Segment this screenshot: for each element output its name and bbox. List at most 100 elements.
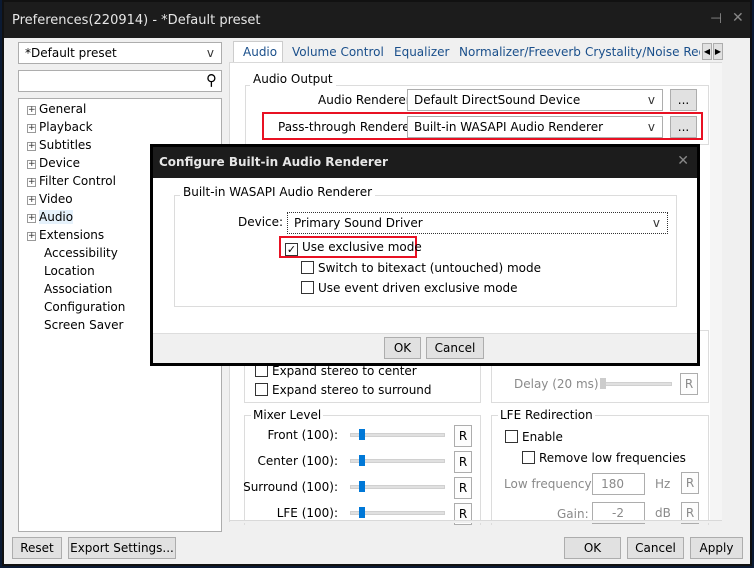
tree-item-screen-saver[interactable]: Screen Saver — [44, 318, 123, 336]
audio-renderer-dropdown[interactable]: Default DirectSound Device v — [407, 89, 663, 111]
low-frequency-spinner[interactable]: 180 — [592, 473, 645, 495]
tree-item-general[interactable]: + General — [27, 102, 86, 120]
passthrough-renderer-label: Pass-through Renderer: — [278, 120, 419, 134]
expand-icon[interactable]: + — [27, 124, 36, 133]
dialog-ok-button[interactable]: OK — [384, 337, 421, 359]
passthrough-renderer-dropdown[interactable]: Built-in WASAPI Audio Renderer v — [407, 116, 663, 138]
pin-icon[interactable]: ⊣ — [710, 11, 722, 27]
cancel-button[interactable]: Cancel — [627, 537, 684, 559]
mixer-reset-button[interactable]: R — [454, 425, 472, 447]
dialog-close-icon[interactable]: ✕ — [677, 153, 689, 169]
delay-reset-button[interactable]: R — [680, 373, 698, 395]
chevron-down-icon: v — [647, 120, 655, 134]
audio-renderer-more-button[interactable]: ... — [670, 89, 697, 111]
mixer-slider-thumb[interactable] — [359, 481, 365, 492]
apply-button[interactable]: Apply — [690, 537, 743, 559]
delay-slider-thumb[interactable] — [600, 378, 606, 389]
tab-equalizer[interactable]: Equalizer — [394, 42, 449, 64]
export-settings-button[interactable]: Export Settings... — [68, 537, 176, 559]
ok-button[interactable]: OK — [564, 537, 621, 559]
tree-item-extensions[interactable]: + Extensions — [27, 228, 104, 246]
preset-value: *Default preset — [25, 46, 117, 60]
expand-center-checkbox[interactable]: Expand stereo to center — [255, 364, 417, 378]
lfe-enable-label: Enable — [522, 430, 563, 444]
tree-item-label: General — [39, 102, 87, 116]
checkbox-icon — [301, 261, 314, 274]
delay-slider[interactable] — [600, 382, 672, 386]
low-frequency-reset-button[interactable]: R — [681, 472, 699, 494]
tab-normalizer[interactable]: Normalizer/Freeverb — [459, 42, 581, 64]
mixer-reset-button[interactable]: R — [454, 451, 472, 473]
passthrough-renderer-value: Built-in WASAPI Audio Renderer — [414, 120, 604, 134]
mixer-level-label: Mixer Level — [251, 408, 324, 422]
chevron-down-icon: v — [647, 93, 655, 107]
device-dropdown[interactable]: Primary Sound Driver v — [287, 212, 668, 234]
checkbox-icon — [505, 430, 518, 443]
mixer-reset-button[interactable]: R — [454, 477, 472, 499]
low-frequency-label: Low frequency: — [504, 477, 595, 491]
checkbox-icon — [255, 383, 268, 396]
device-value: Primary Sound Driver — [294, 216, 423, 230]
bitexact-label: Switch to bitexact (untouched) mode — [318, 261, 542, 275]
mixer-slider-thumb[interactable] — [359, 429, 365, 440]
device-label: Device: — [238, 215, 284, 229]
tree-item-label: Audio — [39, 210, 74, 224]
tree-item-subtitles[interactable]: + Subtitles — [27, 138, 92, 156]
expand-icon[interactable]: + — [27, 106, 36, 115]
expand-icon[interactable]: + — [27, 196, 36, 205]
tab-audio[interactable]: Audio — [233, 41, 283, 64]
checkbox-icon — [522, 451, 535, 464]
panel-bottom-edge — [230, 520, 722, 523]
mixer-label: LFE (100): — [276, 506, 338, 520]
dialog-title: Configure Built-in Audio Renderer — [159, 155, 388, 169]
tree-item-accessibility[interactable]: Accessibility — [44, 246, 118, 264]
tab-scroll-left-icon[interactable]: ◀ — [702, 43, 712, 60]
preset-dropdown[interactable]: *Default preset v — [18, 42, 222, 64]
mixer-slider-thumb[interactable] — [359, 507, 365, 518]
passthrough-renderer-more-button[interactable]: ... — [670, 116, 697, 138]
tab-crystality[interactable]: Crystality/Noise Redu — [585, 42, 700, 64]
expand-icon[interactable]: + — [27, 232, 36, 241]
expand-icon[interactable]: + — [27, 142, 36, 151]
mixer-label: Center (100): — [257, 454, 338, 468]
search-icon[interactable]: ⚲ — [206, 71, 217, 89]
tab-scroll-right-icon[interactable]: ▶ — [713, 43, 723, 60]
dialog-cancel-button[interactable]: Cancel — [426, 337, 484, 359]
tree-item-configuration[interactable]: Configuration — [44, 300, 125, 318]
close-icon[interactable]: ✕ — [732, 10, 744, 26]
tree-item-label: Association — [44, 282, 113, 296]
event-driven-checkbox[interactable]: Use event driven exclusive mode — [301, 281, 518, 295]
mixer-label: Surround (100): — [243, 480, 338, 494]
checkbox-icon — [301, 281, 314, 294]
tree-item-video[interactable]: + Video — [27, 192, 73, 210]
remove-low-checkbox[interactable]: Remove low frequencies — [522, 451, 686, 465]
tree-item-device[interactable]: + Device — [27, 156, 80, 174]
title-bar: Preferences(220914) - *Default preset ⊣ … — [4, 2, 750, 38]
expand-icon[interactable]: + — [27, 160, 36, 169]
tree-item-association[interactable]: Association — [44, 282, 112, 300]
reset-button[interactable]: Reset — [12, 537, 62, 559]
tab-volume-control[interactable]: Volume Control — [292, 42, 384, 64]
expand-center-label: Expand stereo to center — [272, 364, 417, 378]
tree-item-audio[interactable]: + Audio — [27, 210, 74, 228]
exclusive-mode-label: Use exclusive mode — [302, 240, 422, 254]
tree-item-label: Video — [39, 192, 73, 206]
chevron-down-icon: v — [652, 216, 660, 230]
window-title: Preferences(220914) - *Default preset — [12, 13, 261, 28]
lfe-enable-checkbox[interactable]: Enable — [505, 430, 563, 444]
tree-item-label: Configuration — [44, 300, 126, 314]
bitexact-checkbox[interactable]: Switch to bitexact (untouched) mode — [301, 261, 541, 275]
expand-surround-checkbox[interactable]: Expand stereo to surround — [255, 383, 432, 397]
tree-item-playback[interactable]: + Playback — [27, 120, 93, 138]
gain-label: Gain: — [557, 507, 589, 521]
expand-icon[interactable]: + — [27, 214, 36, 223]
exclusive-mode-checkbox[interactable]: ✓ Use exclusive mode — [285, 240, 422, 256]
search-input[interactable]: ⚲ — [18, 70, 222, 92]
configure-renderer-dialog: Configure Built-in Audio Renderer ✕ Built… — [150, 144, 700, 366]
tree-item-location[interactable]: Location — [44, 264, 95, 282]
tree-item-filter-control[interactable]: + Filter Control — [27, 174, 116, 192]
lfe-label: LFE Redirection — [498, 408, 595, 422]
panel-scrollbar[interactable] — [710, 63, 722, 521]
mixer-slider-thumb[interactable] — [359, 455, 365, 466]
expand-icon[interactable]: + — [27, 178, 36, 187]
